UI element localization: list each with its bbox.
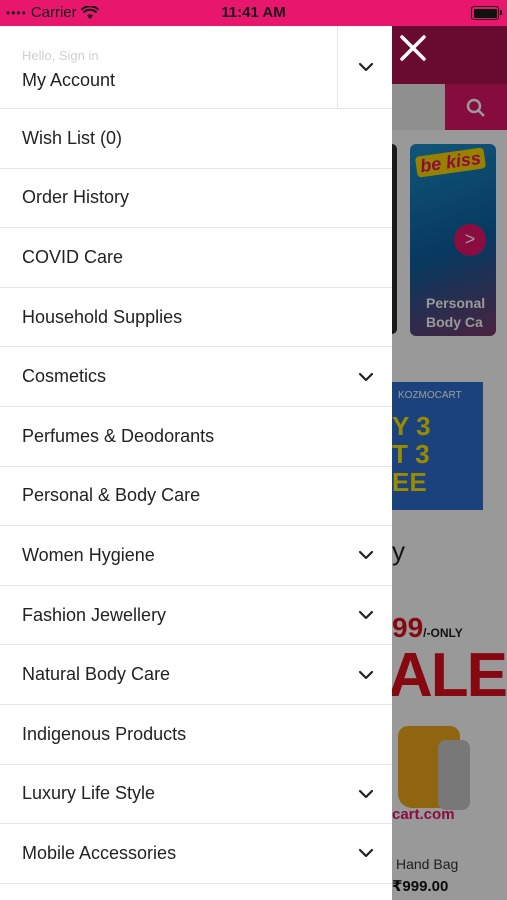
chevron-down-icon[interactable]: [358, 607, 374, 623]
chevron-down-icon[interactable]: [358, 845, 374, 861]
close-drawer-button[interactable]: [393, 30, 433, 66]
close-icon: [399, 34, 427, 62]
account-row[interactable]: Hello, Sign in My Account: [0, 26, 392, 109]
menu-item[interactable]: Women Hygiene: [0, 526, 392, 586]
menu-list: Wish List (0) Order History COVID Care Hous…: [0, 109, 392, 884]
navigation-drawer: Hello, Sign in My Account Wish List (0) O…: [0, 26, 392, 900]
menu-item[interactable]: Order History: [0, 169, 392, 229]
menu-item[interactable]: Fashion Jewellery: [0, 586, 392, 646]
menu-item[interactable]: COVID Care: [0, 228, 392, 288]
menu-item[interactable]: Natural Body Care: [0, 645, 392, 705]
menu-item[interactable]: Personal & Body Care: [0, 467, 392, 527]
chevron-down-icon[interactable]: [358, 547, 374, 563]
menu-item[interactable]: Perfumes & Deodorants: [0, 407, 392, 467]
menu-item-label: Perfumes & Deodorants: [22, 425, 215, 446]
menu-item-label: Personal & Body Care: [22, 485, 201, 506]
menu-item[interactable]: Wish List (0): [0, 109, 392, 169]
menu-item[interactable]: Indigenous Products: [0, 705, 392, 765]
status-bar: •••• Carrier 11:41 AM: [0, 0, 507, 26]
chevron-down-icon[interactable]: [358, 667, 374, 683]
menu-item[interactable]: Cosmetics: [0, 347, 392, 407]
sign-in-greeting: Hello, Sign in: [22, 48, 99, 63]
menu-item-label: COVID Care: [22, 246, 124, 267]
menu-item-label: Wish List (0): [22, 127, 123, 148]
battery-icon: [471, 6, 502, 20]
status-time: 11:41 AM: [221, 4, 286, 21]
menu-item-label: Fashion Jewellery: [22, 604, 167, 625]
menu-item-label: Women Hygiene: [22, 544, 155, 565]
menu-item-label: Order History: [22, 187, 130, 208]
chevron-down-icon[interactable]: [358, 786, 374, 802]
drawer-overlay[interactable]: [392, 26, 507, 900]
account-expand-button[interactable]: [337, 26, 393, 108]
menu-item[interactable]: Luxury Life Style: [0, 765, 392, 825]
menu-item[interactable]: Household Supplies: [0, 288, 392, 348]
menu-item-label: Mobile Accessories: [22, 842, 177, 863]
menu-item-label: Natural Body Care: [22, 664, 171, 685]
chevron-down-icon: [358, 59, 374, 75]
menu-item-label: Cosmetics: [22, 366, 107, 387]
menu-item-label: Indigenous Products: [22, 723, 187, 744]
menu-item-label: Luxury Life Style: [22, 783, 156, 804]
menu-item-label: Household Supplies: [22, 306, 183, 327]
chevron-down-icon[interactable]: [358, 369, 374, 385]
my-account-label: My Account: [22, 70, 116, 90]
menu-item[interactable]: Mobile Accessories: [0, 824, 392, 884]
